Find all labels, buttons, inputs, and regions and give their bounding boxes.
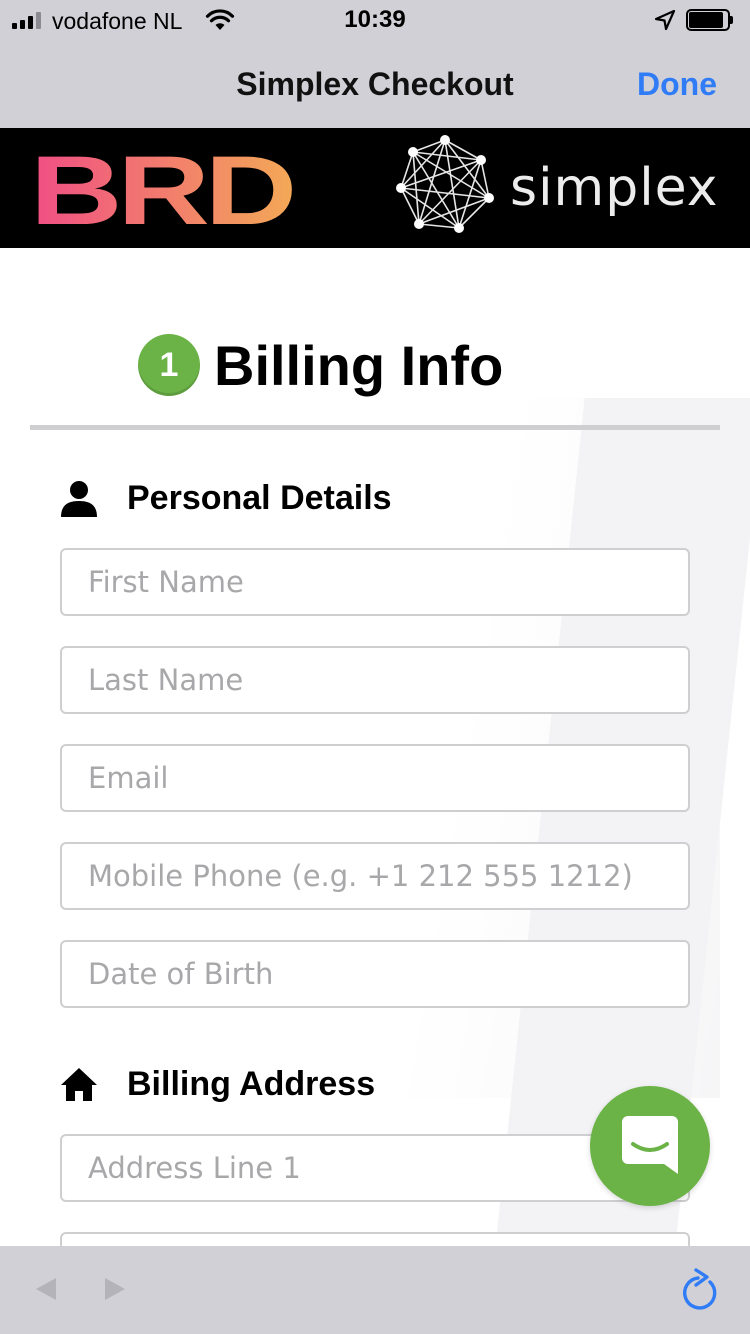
step-number-badge: 1: [138, 334, 200, 396]
back-button[interactable]: [34, 1276, 58, 1305]
chat-launcher-button[interactable]: [590, 1086, 710, 1206]
battery-icon: [686, 9, 733, 31]
simplex-network-icon: [396, 135, 494, 233]
last-name-input[interactable]: [60, 646, 690, 714]
browser-toolbar: [0, 1246, 750, 1334]
home-icon: [61, 1068, 97, 1101]
status-time: 10:39: [344, 6, 406, 33]
billing-address-heading: Billing Address: [60, 1064, 375, 1104]
billing-address-label: Billing Address: [127, 1065, 376, 1103]
first-name-input[interactable]: [60, 548, 690, 616]
status-bar: vodafone NL 10:39: [0, 0, 750, 42]
title-divider: [30, 425, 720, 430]
forward-button[interactable]: [103, 1276, 127, 1305]
partner-banner: BRD simplex: [0, 128, 750, 248]
date-of-birth-input[interactable]: [60, 940, 690, 1008]
reload-button[interactable]: [680, 1268, 720, 1315]
email-input[interactable]: [60, 744, 690, 812]
nav-bar: Simplex Checkout Done: [0, 42, 750, 128]
back-arrow-icon: [36, 1278, 56, 1300]
done-button[interactable]: Done: [637, 64, 717, 104]
brd-logo-text: BRD: [30, 148, 292, 232]
person-icon: [61, 481, 97, 517]
address-line-2-input[interactable]: [60, 1232, 690, 1246]
forward-arrow-icon: [105, 1278, 125, 1300]
personal-details-label: Personal Details: [127, 479, 392, 517]
chat-bubble-icon: [622, 1116, 678, 1174]
brd-logo: BRD: [30, 148, 296, 232]
reload-icon: [683, 1268, 717, 1310]
simplex-logo: simplex: [510, 158, 719, 218]
page-title: Billing Info: [214, 334, 504, 397]
mobile-phone-input[interactable]: [60, 842, 690, 910]
personal-details-heading: Personal Details: [60, 478, 392, 518]
location-arrow-icon: [654, 9, 676, 31]
